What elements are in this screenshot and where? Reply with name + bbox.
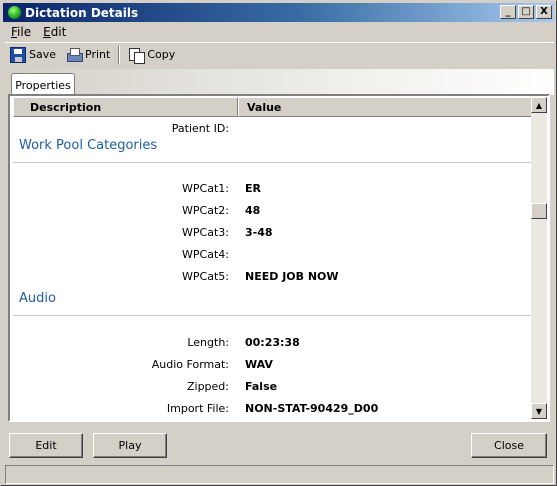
menu-file[interactable]: File [5,25,37,39]
properties-panel: Description Value Patient ID: Work Pool … [8,94,550,422]
scroll-up-button[interactable]: ▲ [531,97,547,113]
column-header-description[interactable]: Description [13,97,238,117]
property-row-audio-format[interactable]: Audio Format: WAV [13,354,533,374]
copy-icon [128,47,146,64]
menu-edit[interactable]: Edit [37,25,72,39]
print-label: Print [85,48,111,61]
toolbar-separator [118,45,121,64]
close-window-button[interactable]: X [536,5,552,19]
property-label: Zipped: [186,379,229,393]
app-icon [8,6,21,19]
section-divider [13,315,533,316]
dictation-details-window: Dictation Details _ □ X File Edit Save P… [0,0,557,486]
property-label: WPCat2: [182,203,229,217]
property-label: WPCat3: [182,225,229,239]
print-button[interactable]: Print [61,45,115,65]
property-row-patient-id[interactable]: Patient ID: [13,118,533,138]
property-value: False [245,379,278,393]
property-label: Import File: [166,401,229,415]
maximize-button[interactable]: □ [518,5,534,19]
tab-strip: Properties [5,69,554,96]
section-title-work-pool: Work Pool Categories [19,138,158,153]
property-value: NON-STAT-90429_D00 [245,401,379,415]
property-row-wpcat2[interactable]: WPCat2: 48 [13,200,533,220]
arrow-up-icon: ▲ [535,100,543,110]
property-row-wpcat5[interactable]: WPCat5: NEED JOB NOW [13,266,533,286]
property-row-length[interactable]: Length: 00:23:38 [13,332,533,352]
property-label: WPCat5: [182,269,229,283]
property-label: WPCat4: [182,247,229,261]
save-icon [10,46,26,63]
toolbar: Save Print Copy [5,42,554,66]
property-row-wpcat1[interactable]: WPCat1: ER [13,178,533,198]
column-header-value[interactable]: Value [238,97,533,117]
status-bar [5,465,554,484]
close-button[interactable]: Close [471,433,547,458]
section-title-audio: Audio [19,291,56,306]
property-row-zipped[interactable]: Zipped: False [13,376,533,396]
property-value: 3-48 [245,225,273,239]
scroll-down-button[interactable]: ▼ [531,403,547,419]
property-grid: Patient ID: Work Pool Categories WPCat1:… [13,118,533,420]
edit-button[interactable]: Edit [9,433,83,458]
window-controls: _ □ X [500,5,552,19]
property-label: Patient ID: [171,121,229,135]
property-value: 00:23:38 [245,335,300,349]
menu-bar: File Edit [5,23,72,41]
button-bar: Edit Play Close [5,427,554,463]
copy-button[interactable]: Copy [123,45,180,65]
property-row-wpcat3[interactable]: WPCat3: 3-48 [13,222,533,242]
grid-header: Description Value [13,97,533,117]
arrow-down-icon: ▼ [535,406,543,416]
save-label: Save [29,48,57,61]
play-button[interactable]: Play [93,433,167,458]
scroll-thumb[interactable] [531,203,547,219]
property-value: 48 [245,203,261,217]
minimize-button[interactable]: _ [500,5,516,19]
property-value: NEED JOB NOW [245,269,339,283]
property-label: Audio Format: [151,357,229,371]
property-label: Length: [187,335,229,349]
tab-properties[interactable]: Properties [11,73,75,96]
save-button[interactable]: Save [5,45,61,65]
vertical-scrollbar[interactable]: ▲ ▼ [531,97,547,419]
section-divider [13,162,533,163]
property-row-import-file[interactable]: Import File: NON-STAT-90429_D00 [13,398,533,418]
window-title: Dictation Details [25,5,139,20]
title-bar[interactable]: Dictation Details _ □ X [3,3,554,22]
print-icon [66,47,84,63]
property-value: WAV [245,357,273,371]
copy-label: Copy [147,48,176,61]
property-row-wpcat4[interactable]: WPCat4: [13,244,533,264]
property-value: ER [245,181,261,195]
property-label: WPCat1: [182,181,229,195]
